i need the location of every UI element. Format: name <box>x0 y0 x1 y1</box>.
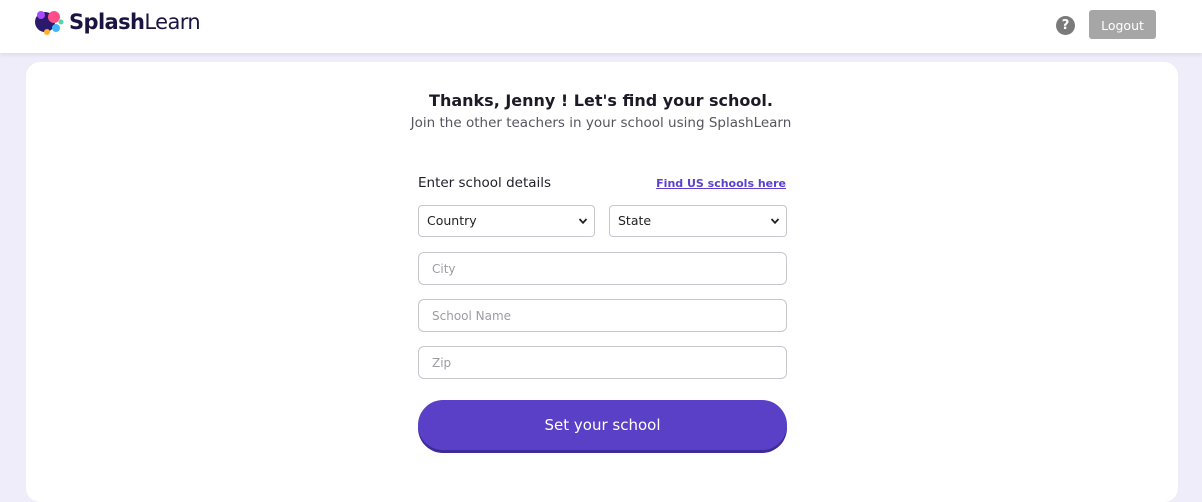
city-input[interactable] <box>418 252 787 285</box>
chevron-down-icon <box>770 218 780 225</box>
logo-text: SplashLearn <box>69 10 201 34</box>
country-select[interactable]: Country <box>418 205 595 237</box>
zip-input[interactable] <box>418 346 787 379</box>
state-select-value: State <box>618 213 652 228</box>
page-title: Thanks, Jenny ! Let's find your school. <box>429 91 773 110</box>
logout-button[interactable]: Logout <box>1089 10 1156 39</box>
splashlearn-logo-icon <box>35 11 64 35</box>
find-us-schools-link[interactable]: Find US schools here <box>640 177 786 190</box>
page-subtitle: Join the other teachers in your school u… <box>410 115 792 131</box>
splashlearn-logo[interactable]: SplashLearn <box>33 6 201 38</box>
set-school-button[interactable]: Set your school <box>418 400 787 450</box>
state-select[interactable]: State <box>609 205 787 237</box>
section-label: Enter school details <box>418 175 552 191</box>
help-icon[interactable]: ? <box>1056 16 1075 35</box>
country-select-value: Country <box>427 213 477 228</box>
top-header: SplashLearn ? Logout <box>0 0 1202 53</box>
school-name-input[interactable] <box>418 299 787 332</box>
chevron-down-icon <box>578 218 588 225</box>
